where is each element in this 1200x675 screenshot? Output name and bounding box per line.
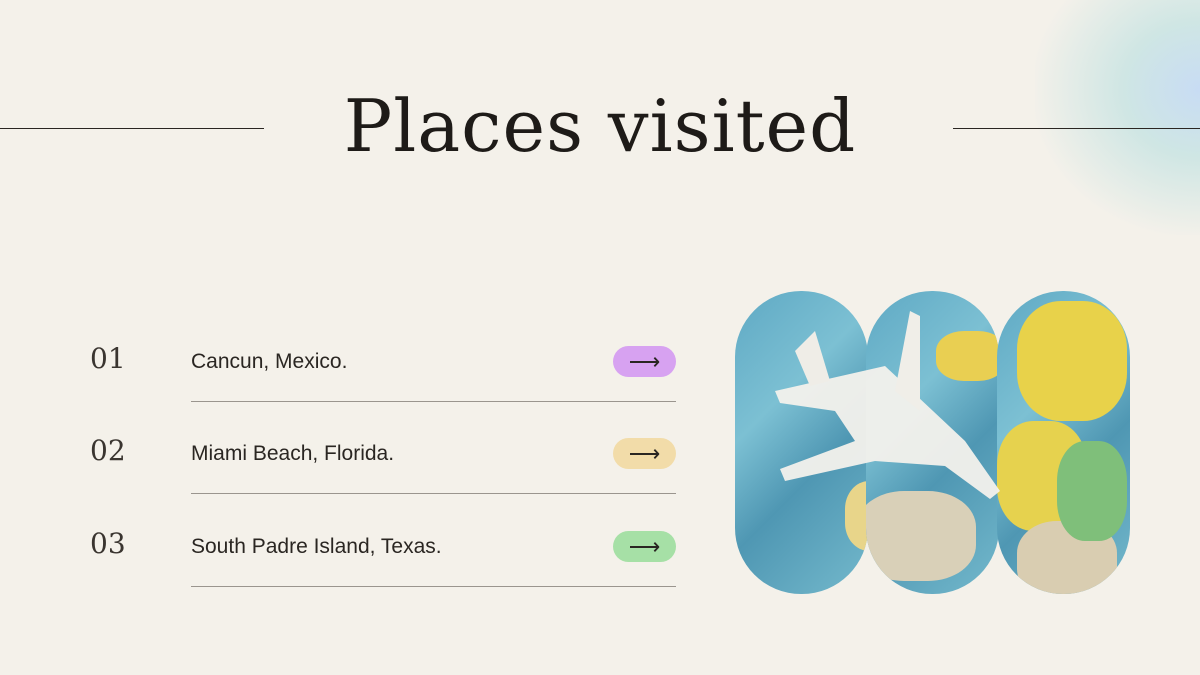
item-number: 01 <box>90 342 126 375</box>
arrow-button[interactable]: ⟶ <box>613 346 676 377</box>
divider <box>191 401 676 402</box>
list-item: 02 Miami Beach, Florida. ⟶ <box>90 426 676 518</box>
arrow-right-icon: ⟶ <box>628 440 661 466</box>
globe-airplane-photo <box>735 291 1130 594</box>
arrow-right-icon: ⟶ <box>628 533 661 559</box>
arrow-button[interactable]: ⟶ <box>613 531 676 562</box>
airplane-icon <box>775 311 1000 499</box>
arrow-right-icon: ⟶ <box>628 348 661 374</box>
page-title: Places visited <box>343 84 857 168</box>
item-place: South Padre Island, Texas. <box>191 535 442 558</box>
divider <box>191 586 676 587</box>
item-number: 03 <box>90 527 126 560</box>
item-place: Miami Beach, Florida. <box>191 442 395 465</box>
list-item: 03 South Padre Island, Texas. ⟶ <box>90 519 676 611</box>
list-item: 01 Cancun, Mexico. ⟶ <box>90 334 676 426</box>
arrow-button[interactable]: ⟶ <box>613 438 676 469</box>
item-place: Cancun, Mexico. <box>191 350 348 373</box>
item-number: 02 <box>90 434 126 467</box>
divider <box>191 493 676 494</box>
